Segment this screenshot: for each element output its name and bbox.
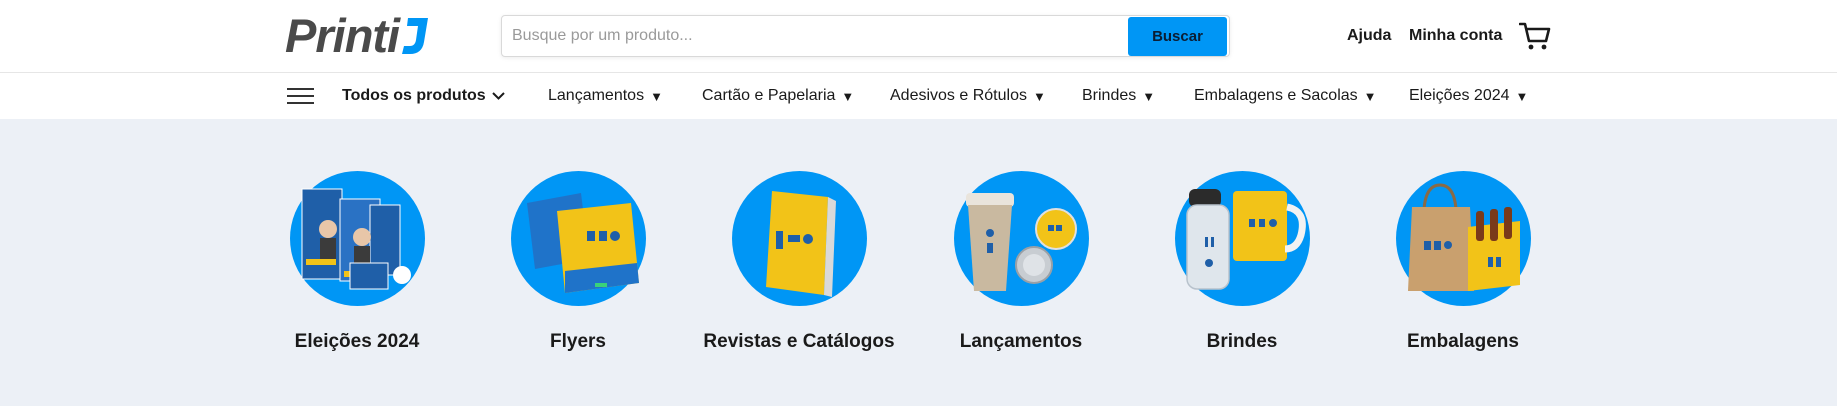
category-image <box>1174 171 1310 306</box>
category-label: Lançamentos <box>959 331 1083 352</box>
caret-down-icon: ▼ <box>1142 88 1156 104</box>
cup-and-buttons-icon <box>965 193 1077 291</box>
caret-down-icon: ▼ <box>1515 88 1529 104</box>
nav-item-label: Brindes <box>1082 87 1137 104</box>
bags-icon <box>1407 183 1520 291</box>
magazine-icon <box>765 191 836 297</box>
category-label: Eleições 2024 <box>294 331 420 352</box>
category-nav: Todos os produtos Lançamentos ▼ Cartão e… <box>0 74 1837 119</box>
category-card-eleicoes[interactable]: Eleições 2024 <box>247 171 467 355</box>
all-products-label: Todos os produtos <box>342 87 486 104</box>
chevron-down-icon <box>491 92 505 100</box>
nav-item-lancamentos[interactable]: Lançamentos ▼ <box>548 87 663 105</box>
nav-item-brindes[interactable]: Brindes ▼ <box>1082 87 1155 105</box>
search-input[interactable] <box>512 16 1112 56</box>
category-card-brindes[interactable]: Brindes <box>1132 171 1352 355</box>
category-card-flyers[interactable]: Flyers <box>468 171 688 355</box>
flyers-icon <box>526 193 639 293</box>
logo-text: Printi <box>285 9 400 62</box>
category-label: Brindes <box>1206 331 1278 352</box>
search-bar: Buscar <box>501 15 1230 57</box>
nav-item-eleicoes-2024[interactable]: Eleições 2024 ▼ <box>1409 87 1528 105</box>
nav-item-cartao-papelaria[interactable]: Cartão e Papelaria ▼ <box>702 87 854 105</box>
help-link[interactable]: Ajuda <box>1347 27 1391 45</box>
nav-item-adesivos-rotulos[interactable]: Adesivos e Rótulos ▼ <box>890 87 1046 105</box>
category-image <box>731 171 867 306</box>
election-materials-icon <box>301 188 411 290</box>
nav-item-label: Cartão e Papelaria <box>702 87 836 104</box>
category-showcase: Eleições 2024 Flyers Revistas e Catálogo… <box>0 119 1837 406</box>
all-products-menu[interactable]: Todos os produtos <box>342 87 505 105</box>
nav-item-label: Embalagens e Sacolas <box>1194 87 1358 104</box>
nav-item-embalagens-sacolas[interactable]: Embalagens e Sacolas ▼ <box>1194 87 1377 105</box>
hamburger-menu-icon[interactable] <box>287 88 314 104</box>
caret-down-icon: ▼ <box>841 88 855 104</box>
category-card-embalagens[interactable]: Embalagens <box>1353 171 1573 355</box>
cart-icon[interactable] <box>1519 21 1551 51</box>
category-image <box>289 171 425 306</box>
top-header: Printi Buscar Ajuda Minha conta <box>0 0 1837 73</box>
category-card-revistas[interactable]: Revistas e Catálogos <box>689 171 909 355</box>
category-label: Embalagens <box>1407 331 1519 352</box>
my-account-link[interactable]: Minha conta <box>1409 27 1502 45</box>
caret-down-icon: ▼ <box>650 88 663 104</box>
nav-item-label: Lançamentos <box>548 87 645 104</box>
category-image <box>953 171 1089 306</box>
caret-down-icon: ▼ <box>1363 88 1377 104</box>
search-button[interactable]: Buscar <box>1128 17 1227 56</box>
logo-mark-icon <box>402 18 429 54</box>
mug-and-bottle-icon <box>1185 189 1306 290</box>
category-label: Flyers <box>550 331 606 352</box>
caret-down-icon: ▼ <box>1032 88 1046 104</box>
printi-logo[interactable]: Printi <box>285 9 429 62</box>
category-label: Revistas e Catálogos <box>703 331 895 352</box>
nav-item-label: Adesivos e Rótulos <box>890 87 1027 104</box>
category-image <box>1395 171 1531 306</box>
category-card-lancamentos[interactable]: Lançamentos <box>911 171 1131 355</box>
category-image <box>510 171 646 306</box>
nav-item-label: Eleições 2024 <box>1409 87 1510 104</box>
